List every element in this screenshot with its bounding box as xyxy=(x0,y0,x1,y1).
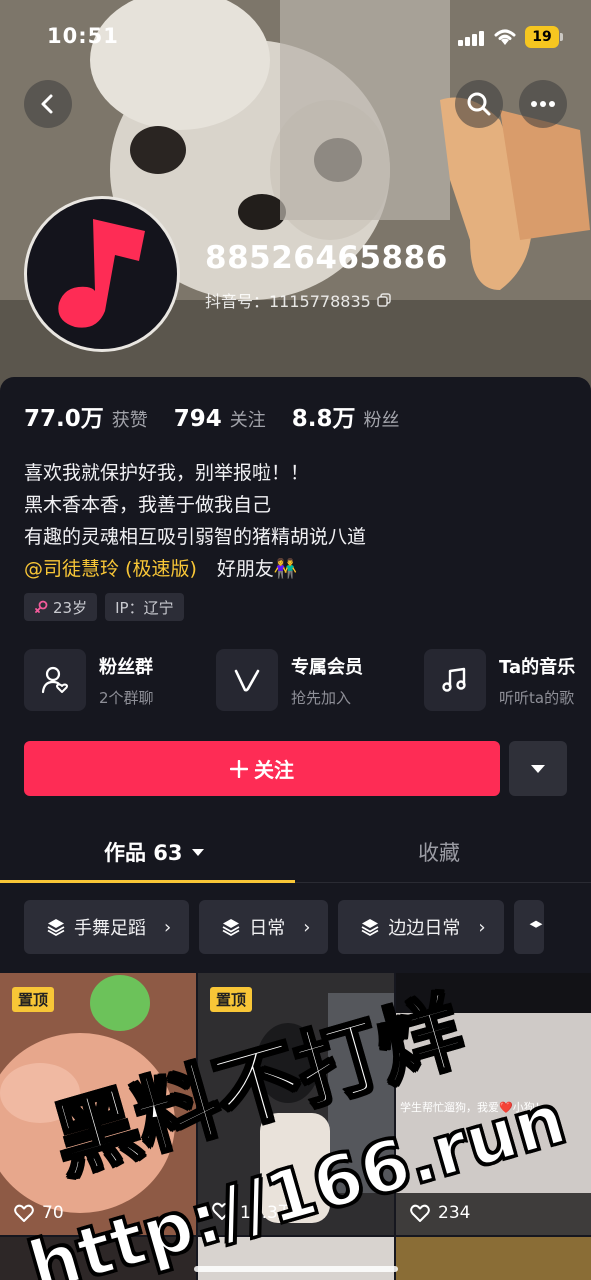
bio-line: 有趣的灵魂相互吸引弱智的猪精胡说八道 xyxy=(24,526,367,548)
video-thumbnail[interactable]: 置顶 15.3万 xyxy=(198,973,394,1235)
profile-nickname: 88526465886 xyxy=(205,240,448,276)
video-thumbnail[interactable] xyxy=(396,1237,591,1280)
profile-card: 77.0万 获赞 794 关注 8.8万 粉丝 喜欢我就保护好我，别举报啦！！ … xyxy=(0,377,591,1280)
female-icon xyxy=(35,600,48,613)
profile-tags: 23岁 IP：辽宁 xyxy=(24,593,184,621)
chevron-right-icon: › xyxy=(478,916,486,938)
collection-chip[interactable]: 日常 › xyxy=(199,900,329,954)
pinned-badge: 置顶 xyxy=(210,987,253,1012)
collection-label: 手舞足蹈 xyxy=(74,918,146,939)
layers-icon xyxy=(361,919,379,937)
layers-icon xyxy=(529,920,543,928)
follow-button[interactable]: 关注 xyxy=(24,741,500,796)
heart-icon xyxy=(410,1204,430,1222)
triangle-down-icon xyxy=(531,764,545,773)
bio-line: 黑木香本香，我善于做我自己 xyxy=(24,494,272,516)
fan-group-icon xyxy=(24,649,86,711)
collection-label: 边边日常 xyxy=(388,918,461,939)
content-tabs: 作品 63 收藏 xyxy=(0,829,591,883)
mention-link[interactable]: @司徒慧玲 (极速版) xyxy=(24,558,197,580)
video-thumbnail[interactable]: 置顶 70 xyxy=(0,973,196,1235)
layers-icon xyxy=(222,919,240,937)
avatar[interactable] xyxy=(24,196,180,352)
cellular-signal-icon xyxy=(458,30,486,46)
tab-works[interactable]: 作品 63 xyxy=(104,837,205,867)
video-likes: 15.3万 xyxy=(212,1198,295,1223)
status-bar: 10:51 19 xyxy=(0,0,591,70)
feature-subtitle: 2个群聊 xyxy=(99,688,154,707)
triangle-down-icon xyxy=(191,848,204,856)
feature-title: Ta的音乐 xyxy=(499,656,576,678)
bio-mention-line: @司徒慧玲 (极速版) 好朋友👫 xyxy=(24,553,366,585)
battery-indicator: 19 xyxy=(525,26,563,48)
likes-count[interactable]: 77.0万 xyxy=(24,399,104,433)
follow-label: 关注 xyxy=(254,758,294,782)
bio-line: 喜欢我就保护好我，别举报啦！！ xyxy=(24,462,310,484)
music-entry[interactable]: Ta的音乐 听听ta的歌 xyxy=(424,649,591,711)
video-cover-image xyxy=(0,973,196,1235)
plus-icon xyxy=(230,759,248,778)
likes-count: 234 xyxy=(438,1203,471,1223)
following-count[interactable]: 794 xyxy=(174,406,222,432)
back-button[interactable] xyxy=(24,80,72,128)
collection-row: 手舞足蹈 › 日常 › 边边日常 › xyxy=(24,900,591,954)
feature-row: 粉丝群 2个群聊 专属会员 抢先加入 Ta的音乐 听听ta的歌 xyxy=(24,649,591,711)
more-dots-icon xyxy=(531,101,555,107)
video-likes: 234 xyxy=(410,1203,470,1223)
membership-entry[interactable]: 专属会员 抢先加入 xyxy=(216,649,416,711)
layers-icon xyxy=(47,919,65,937)
feature-subtitle: 抢先加入 xyxy=(291,688,352,707)
chevron-right-icon: › xyxy=(303,916,311,938)
feature-subtitle: 听听ta的歌 xyxy=(499,688,575,707)
feature-title: 专属会员 xyxy=(291,656,363,678)
likes-count: 15.3万 xyxy=(240,1203,295,1223)
collection-label: 日常 xyxy=(249,918,286,939)
video-thumbnail[interactable] xyxy=(0,1237,196,1280)
home-indicator xyxy=(194,1266,398,1272)
heart-icon xyxy=(212,1202,232,1220)
collection-chip[interactable] xyxy=(513,900,544,954)
active-tab-indicator xyxy=(0,880,295,883)
heart-icon xyxy=(14,1204,34,1222)
age-text: 23岁 xyxy=(53,598,88,617)
fan-group-entry[interactable]: 粉丝群 2个群聊 xyxy=(24,649,224,711)
ip-text: IP：辽宁 xyxy=(115,598,174,617)
status-time: 10:51 xyxy=(47,24,119,48)
tab-favorites[interactable]: 收藏 xyxy=(418,837,460,867)
wifi-icon xyxy=(494,29,516,45)
music-note-logo-icon xyxy=(58,219,145,328)
search-icon xyxy=(467,92,491,116)
tab-works-label: 作品 63 xyxy=(104,841,183,865)
recommend-dropdown-button[interactable] xyxy=(509,741,567,796)
age-tag: 23岁 xyxy=(24,593,98,621)
pinned-badge: 置顶 xyxy=(12,987,55,1012)
video-cover-image xyxy=(198,973,394,1235)
video-caption: 学生帮忙遛狗，我爱❤️小狗！ xyxy=(400,1101,546,1114)
video-thumbnail[interactable]: 学生帮忙遛狗，我爱❤️小狗！ 234 xyxy=(396,973,591,1235)
following-label: 关注 xyxy=(229,410,266,431)
video-likes: 70 xyxy=(14,1203,64,1223)
followers-label: 粉丝 xyxy=(363,410,400,431)
mention-suffix: 好朋友👫 xyxy=(216,558,298,580)
chevron-right-icon: › xyxy=(164,916,172,938)
video-thumbnail[interactable] xyxy=(198,1237,394,1280)
membership-icon xyxy=(216,649,278,711)
feature-title: 粉丝群 xyxy=(99,656,153,678)
chevron-left-icon xyxy=(41,94,53,114)
followers-count[interactable]: 8.8万 xyxy=(292,399,356,433)
profile-stats: 77.0万 获赞 794 关注 8.8万 粉丝 xyxy=(24,399,426,433)
collection-chip[interactable]: 手舞足蹈 › xyxy=(24,900,190,954)
likes-count: 70 xyxy=(42,1203,64,1223)
video-grid: 置顶 70 置顶 15.3万 学生帮忙遛狗，我爱❤️小狗！ 234 xyxy=(0,973,591,1280)
profile-bio: 喜欢我就保护好我，别举报啦！！ 黑木香本香，我善于做我自己 有趣的灵魂相互吸引弱… xyxy=(24,457,366,585)
more-options-button[interactable] xyxy=(519,80,567,128)
music-note-icon xyxy=(424,649,486,711)
ip-tag: IP：辽宁 xyxy=(105,593,184,621)
likes-label: 获赞 xyxy=(111,410,148,431)
copy-icon[interactable] xyxy=(377,293,391,307)
douyin-id-text: 抖音号：1115778835 xyxy=(205,292,371,311)
collection-chip[interactable]: 边边日常 › xyxy=(338,900,504,954)
douyin-id[interactable]: 抖音号：1115778835 xyxy=(205,288,391,312)
search-button[interactable] xyxy=(455,80,503,128)
